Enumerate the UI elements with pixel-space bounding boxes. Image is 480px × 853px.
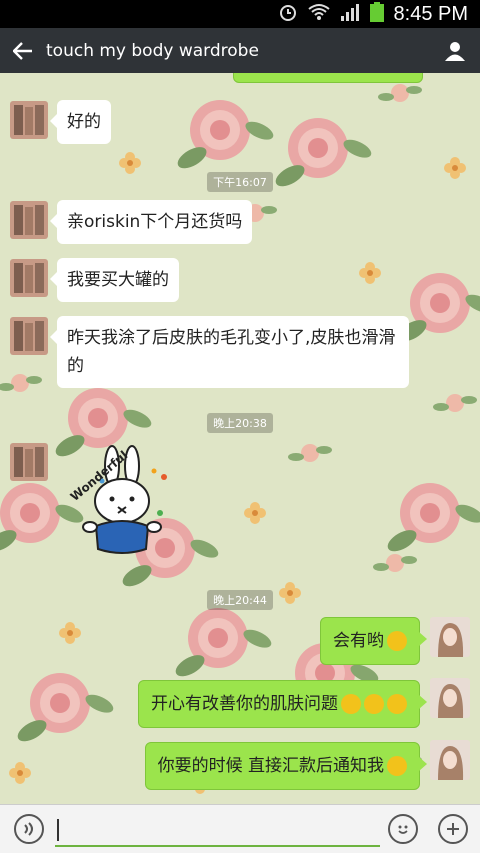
plus-icon	[447, 823, 459, 835]
message-text: 亲oriskin下个月还货吗	[67, 212, 243, 232]
message-bubble[interactable]: 会有哟	[320, 617, 427, 665]
signal-icon	[340, 3, 360, 25]
back-arrow-icon	[13, 41, 32, 60]
avatar-image	[10, 101, 48, 139]
back-button[interactable]	[0, 28, 46, 73]
attach-more-button[interactable]	[438, 814, 468, 844]
contact-avatar[interactable]	[10, 443, 48, 481]
wifi-icon	[307, 3, 330, 25]
status-bar: 8:45 PM	[0, 0, 480, 28]
grin-emoji-icon	[387, 756, 407, 776]
previous-message-bubble	[233, 73, 423, 83]
message-bubble[interactable]: 开心有改善你的肌肤问题	[138, 680, 427, 728]
alarm-icon	[278, 2, 298, 26]
my-avatar[interactable]	[430, 617, 470, 657]
chat-area[interactable]: 好的 下午16:07 亲oriskin下个月还货吗 我要买大罐的 昨天我涂了后皮…	[0, 73, 480, 804]
chat-title: touch my body wardrobe	[46, 40, 259, 61]
avatar-image	[10, 443, 48, 481]
chat-header: touch my body wardrobe	[0, 28, 480, 73]
input-bar	[0, 804, 480, 853]
person-icon	[445, 41, 465, 61]
message-text: 好的	[67, 112, 101, 132]
message-bubble[interactable]: 你要的时候 直接汇款后通知我	[144, 742, 428, 790]
smile-emoji-icon	[387, 631, 407, 651]
smiley-icon	[398, 825, 408, 834]
timestamp: 晚上20:38	[0, 412, 480, 433]
message-bubble[interactable]: 好的	[50, 100, 111, 144]
sticker-message[interactable]: Wonderful	[62, 441, 182, 559]
contact-info-button[interactable]	[430, 28, 480, 73]
avatar-image	[10, 259, 48, 297]
text-cursor	[57, 819, 59, 841]
timestamp: 下午16:07	[0, 171, 480, 192]
clapping-emoji-icon	[341, 694, 361, 714]
timestamp: 晚上20:44	[0, 589, 480, 610]
message-bubble[interactable]: 亲oriskin下个月还货吗	[49, 200, 253, 244]
message-text: 开心有改善你的肌肤问题	[151, 694, 338, 714]
message-text: 我要买大罐的	[67, 270, 169, 290]
avatar-image	[430, 617, 470, 657]
clapping-emoji-icon	[364, 694, 384, 714]
avatar-image	[430, 740, 470, 780]
clapping-emoji-icon	[387, 694, 407, 714]
avatar-image	[10, 317, 48, 355]
message-text: 你要的时候 直接汇款后通知我	[157, 756, 384, 776]
contact-avatar[interactable]	[10, 101, 48, 139]
contact-avatar[interactable]	[10, 201, 48, 239]
avatar-image	[10, 201, 48, 239]
my-avatar[interactable]	[430, 740, 470, 780]
message-bubble[interactable]: 我要买大罐的	[50, 258, 179, 302]
contact-avatar[interactable]	[10, 259, 48, 297]
message-bubble[interactable]: 昨天我涂了后皮肤的毛孔变小了,皮肤也滑滑的	[50, 316, 409, 388]
voice-icon	[24, 822, 33, 836]
contact-avatar[interactable]	[10, 317, 48, 355]
emoji-button[interactable]	[388, 814, 418, 844]
message-text: 会有哟	[333, 631, 384, 651]
message-input[interactable]	[55, 815, 380, 847]
voice-toggle-button[interactable]	[14, 814, 44, 844]
message-text: 昨天我涂了后皮肤的毛孔变小了,皮肤也滑滑的	[67, 328, 396, 376]
my-avatar[interactable]	[430, 678, 470, 718]
clock: 8:45 PM	[393, 2, 468, 25]
battery-icon	[369, 2, 384, 26]
avatar-image	[430, 678, 470, 718]
